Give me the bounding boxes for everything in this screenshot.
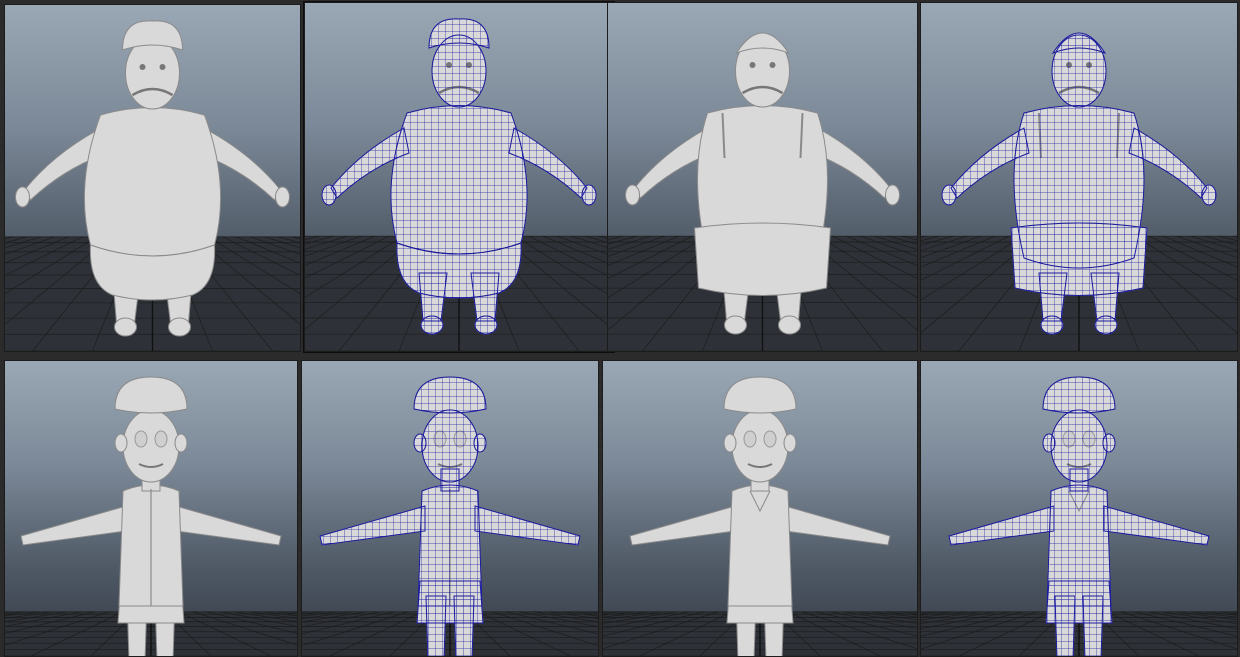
- viewport-scene: [5, 20, 300, 351]
- viewport-top-1[interactable]: [4, 4, 301, 352]
- viewport-top-3[interactable]: [607, 2, 918, 352]
- viewport-top-2[interactable]: [303, 1, 615, 353]
- viewport-scene: [608, 32, 917, 351]
- viewport-bottom-4[interactable]: [920, 360, 1238, 657]
- viewport-top-4[interactable]: [920, 2, 1238, 352]
- viewport-bottom-2[interactable]: [301, 360, 599, 657]
- viewport-scene: [302, 376, 598, 656]
- viewport-bottom-1[interactable]: [4, 360, 298, 657]
- viewport-bottom-3[interactable]: [602, 360, 918, 657]
- viewport-scene: [921, 32, 1237, 351]
- viewport-scene: [305, 18, 613, 351]
- viewport-scene: [603, 376, 917, 656]
- turnaround-sheet: [0, 0, 1240, 657]
- viewport-scene: [5, 376, 297, 656]
- viewport-scene: [921, 376, 1237, 656]
